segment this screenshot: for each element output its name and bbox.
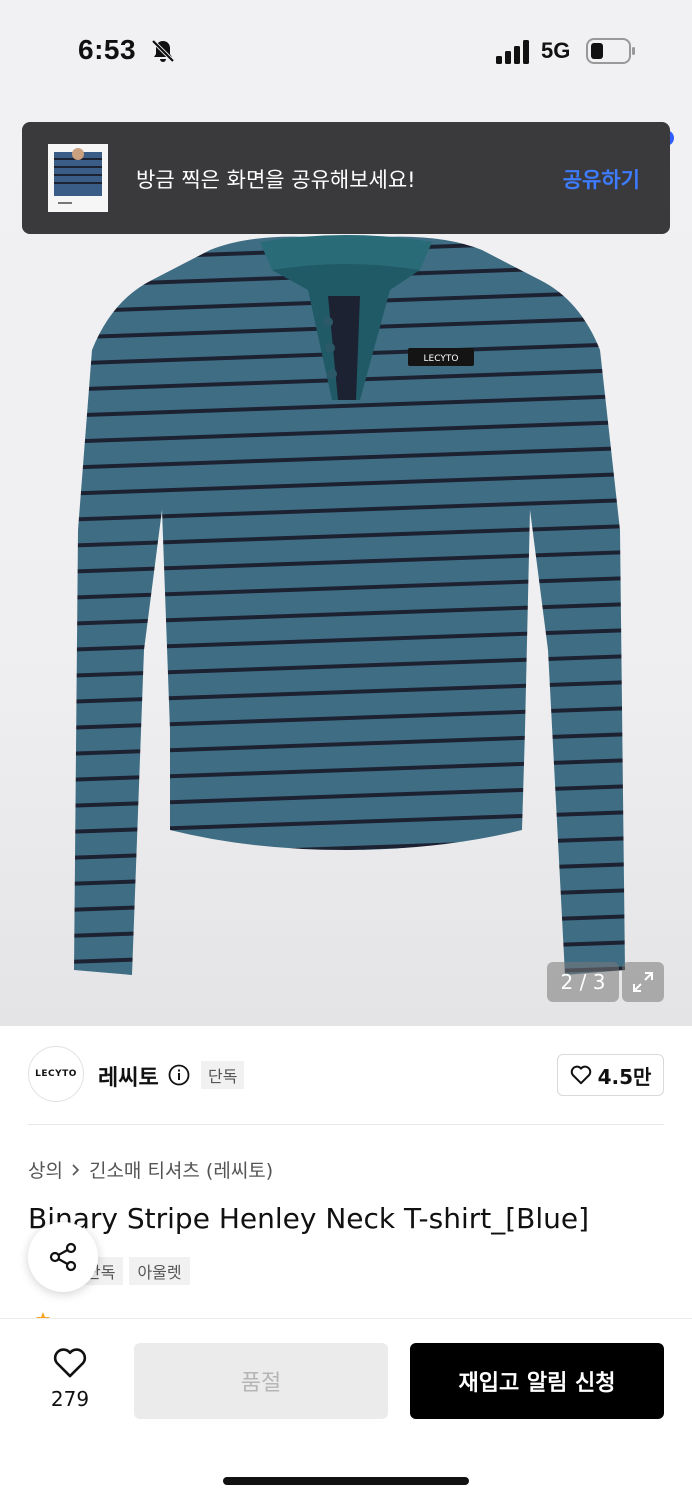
exclusive-badge: 단독 bbox=[201, 1061, 245, 1089]
divider bbox=[28, 1124, 664, 1125]
brand-logo-text: LECYTO bbox=[35, 1069, 77, 1079]
wishlist-count: 279 bbox=[50, 1387, 90, 1411]
toast-message: 방금 찍은 화면을 공유해보세요! bbox=[136, 168, 416, 192]
battery-icon bbox=[586, 38, 635, 64]
share-button[interactable] bbox=[28, 1222, 98, 1292]
bell-off-icon bbox=[151, 39, 175, 63]
brand-logo[interactable]: LECYTO bbox=[28, 1046, 84, 1102]
breadcrumb-current[interactable]: 긴소매 티셔츠 (레씨토) bbox=[89, 1156, 273, 1183]
network-type: 5G bbox=[541, 38, 571, 63]
screenshot-share-toast[interactable]: 방금 찍은 화면을 공유해보세요! 공유하기 bbox=[22, 122, 670, 234]
expand-image-button[interactable] bbox=[622, 962, 664, 1002]
product-title: Binary Stripe Henley Neck T-shirt_[Blue] bbox=[28, 1202, 590, 1235]
breadcrumb-parent[interactable]: 상의 bbox=[28, 1156, 63, 1183]
signal-icon bbox=[496, 40, 529, 64]
brand-like-button[interactable]: 4.5만 bbox=[557, 1054, 664, 1096]
toast-share-button[interactable]: 공유하기 bbox=[563, 164, 640, 194]
share-icon bbox=[49, 1242, 77, 1272]
chevron-right-icon bbox=[72, 1163, 80, 1176]
breadcrumb: 상의 긴소매 티셔츠 (레씨토) bbox=[28, 1156, 273, 1183]
wishlist-button[interactable]: 279 bbox=[40, 1347, 100, 1411]
brand-name[interactable]: 레씨토 bbox=[98, 1060, 159, 1092]
expand-icon bbox=[633, 972, 653, 992]
product-label-text: LECYTO bbox=[424, 354, 459, 364]
screenshot-thumbnail[interactable] bbox=[48, 144, 108, 212]
status-time: 6:53 bbox=[78, 34, 137, 65]
info-icon[interactable] bbox=[168, 1064, 190, 1086]
home-indicator[interactable] bbox=[223, 1477, 469, 1485]
status-bar: 6:53 5G bbox=[0, 0, 692, 100]
tag-outlet: 아울렛 bbox=[129, 1257, 190, 1285]
restock-alert-button[interactable]: 재입고 알림 신청 bbox=[410, 1343, 664, 1419]
heart-icon bbox=[570, 1065, 591, 1085]
product-image-gallery[interactable]: LECYTO 2 / 3 bbox=[0, 100, 692, 1026]
soldout-button[interactable]: 품절 bbox=[134, 1343, 388, 1419]
product-image: LECYTO bbox=[74, 235, 625, 975]
brand-like-count: 4.5만 bbox=[597, 1064, 652, 1089]
heart-icon bbox=[53, 1348, 87, 1378]
bottom-action-bar: 279 품절 재입고 알림 신청 bbox=[0, 1318, 692, 1500]
image-counter: 2 / 3 bbox=[547, 962, 619, 1002]
